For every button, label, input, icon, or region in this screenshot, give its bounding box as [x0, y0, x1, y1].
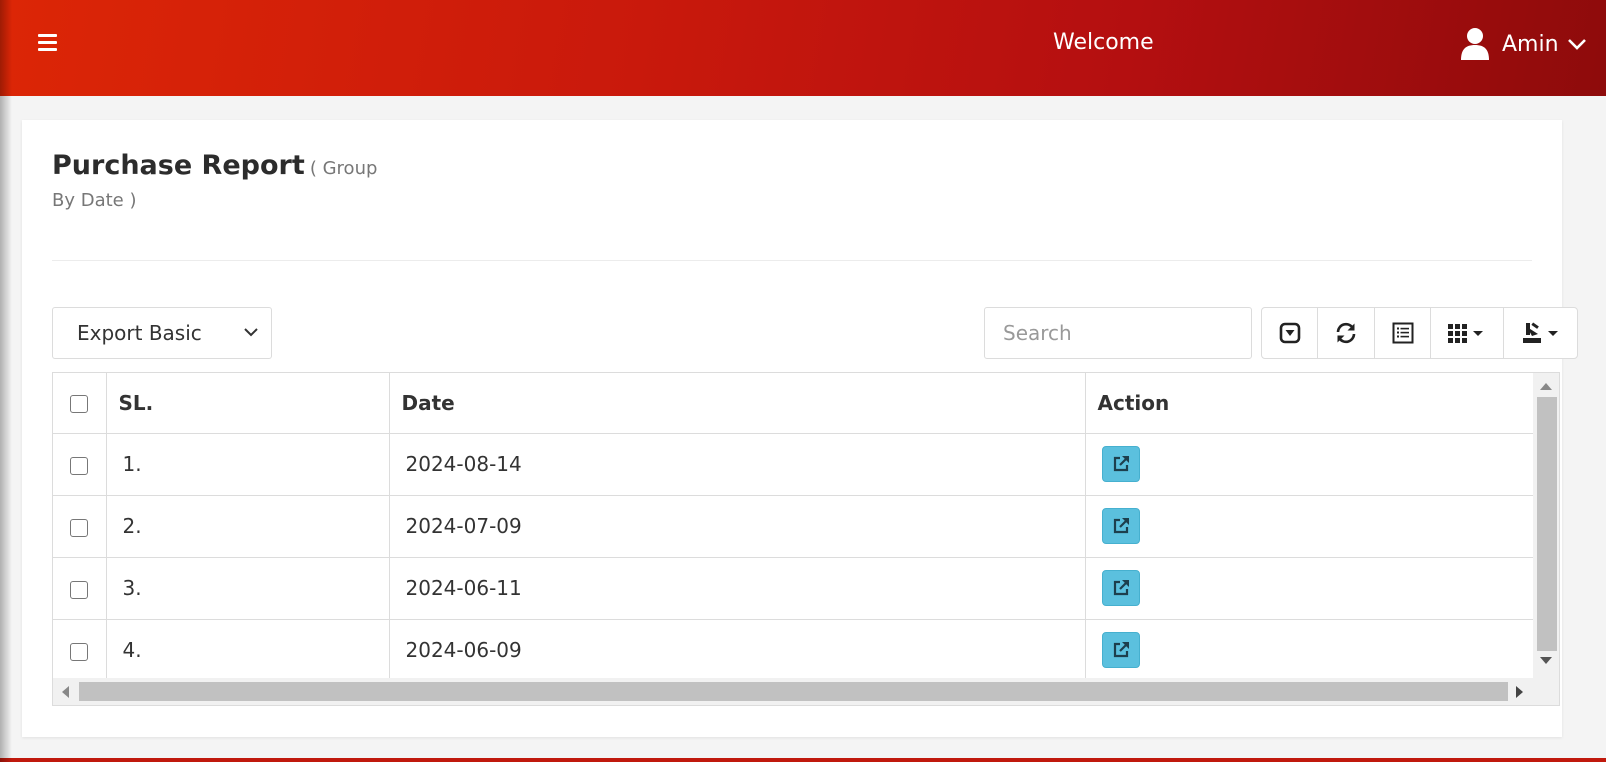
export-select-value: Export Basic — [77, 321, 202, 345]
header-checkbox-cell — [53, 373, 107, 434]
external-link-icon — [1113, 580, 1129, 596]
user-menu[interactable]: Amin — [1460, 24, 1587, 64]
report-card: Purchase Report ( Group By Date ) Export… — [22, 120, 1578, 737]
row-checkbox[interactable] — [70, 642, 89, 661]
row-action-cell — [1085, 619, 1534, 682]
toggle-button[interactable] — [1262, 308, 1318, 358]
report-heading: Purchase Report ( Group By Date ) — [52, 150, 397, 217]
list-view-button[interactable] — [1375, 308, 1431, 358]
user-icon — [1461, 28, 1489, 60]
left-shadow — [0, 0, 12, 762]
row-date: 2024-06-11 — [389, 557, 1086, 620]
table-row: 1. 2024-08-14 — [53, 433, 1534, 496]
columns-grid-icon — [1448, 324, 1483, 343]
page-title: Purchase Report — [52, 150, 305, 181]
row-checkbox[interactable] — [70, 580, 89, 599]
refresh-icon — [1336, 322, 1356, 344]
list-view-icon — [1392, 322, 1413, 344]
report-table: SL. Date Action 1. 2024-08-14 2. 2024-07… — [53, 373, 1534, 682]
export-select[interactable]: Export Basic — [52, 307, 272, 359]
row-action-cell — [1085, 557, 1534, 620]
refresh-button[interactable] — [1318, 308, 1375, 358]
row-checkbox-cell — [53, 557, 107, 620]
table-row: 2. 2024-07-09 — [53, 495, 1534, 558]
row-checkbox-cell — [53, 619, 107, 682]
search-input[interactable] — [984, 307, 1252, 359]
row-date: 2024-06-09 — [389, 619, 1086, 682]
row-checkbox[interactable] — [70, 518, 89, 537]
row-sl: 4. — [106, 619, 390, 682]
toggle-icon — [1279, 322, 1300, 344]
divider — [52, 260, 1532, 261]
scroll-left-arrow-icon[interactable] — [62, 686, 69, 698]
row-date: 2024-07-09 — [389, 495, 1086, 558]
row-checkbox[interactable] — [70, 456, 89, 475]
external-link-icon — [1113, 642, 1129, 658]
view-details-button[interactable] — [1101, 446, 1140, 482]
scrollbar-corner — [1533, 678, 1559, 705]
row-sl: 1. — [106, 433, 390, 496]
top-navbar: Welcome Amin — [0, 0, 1606, 96]
table-row: 4. 2024-06-09 — [53, 619, 1534, 682]
table-toolbar — [1261, 307, 1578, 359]
column-header-sl[interactable]: SL. — [106, 373, 390, 434]
scroll-down-arrow-icon[interactable] — [1540, 657, 1552, 664]
row-checkbox-cell — [53, 495, 107, 558]
table-header-row: SL. Date Action — [53, 373, 1534, 434]
vertical-scrollbar[interactable] — [1533, 373, 1559, 678]
view-details-button[interactable] — [1101, 570, 1140, 606]
row-checkbox-cell — [53, 433, 107, 496]
welcome-text: Welcome — [1053, 30, 1154, 55]
horizontal-scroll-thumb[interactable] — [79, 682, 1508, 701]
row-action-cell — [1085, 433, 1534, 496]
row-action-cell — [1085, 495, 1534, 558]
column-header-action: Action — [1085, 373, 1534, 434]
bottom-accent-bar — [0, 758, 1606, 762]
row-date: 2024-08-14 — [389, 433, 1086, 496]
scroll-right-arrow-icon[interactable] — [1516, 686, 1523, 698]
row-sl: 2. — [106, 495, 390, 558]
columns-button[interactable] — [1431, 308, 1504, 358]
row-sl: 3. — [106, 557, 390, 620]
chevron-down-icon — [1567, 39, 1586, 50]
user-name: Amin — [1502, 31, 1559, 57]
view-details-button[interactable] — [1101, 508, 1140, 544]
view-details-button[interactable] — [1101, 632, 1140, 668]
export-icon — [1522, 322, 1558, 343]
table-row: 3. 2024-06-11 — [53, 557, 1534, 620]
select-all-checkbox[interactable] — [70, 395, 89, 414]
external-link-icon — [1113, 518, 1129, 534]
export-button[interactable] — [1504, 308, 1577, 358]
chevron-down-icon — [244, 328, 258, 337]
hamburger-icon[interactable] — [38, 34, 60, 54]
column-header-date[interactable]: Date — [389, 373, 1086, 434]
scroll-up-arrow-icon[interactable] — [1540, 383, 1552, 390]
vertical-scroll-thumb[interactable] — [1537, 397, 1557, 651]
horizontal-scrollbar[interactable] — [53, 678, 1534, 705]
external-link-icon — [1113, 456, 1129, 472]
report-table-container: SL. Date Action 1. 2024-08-14 2. 2024-07… — [52, 372, 1560, 706]
